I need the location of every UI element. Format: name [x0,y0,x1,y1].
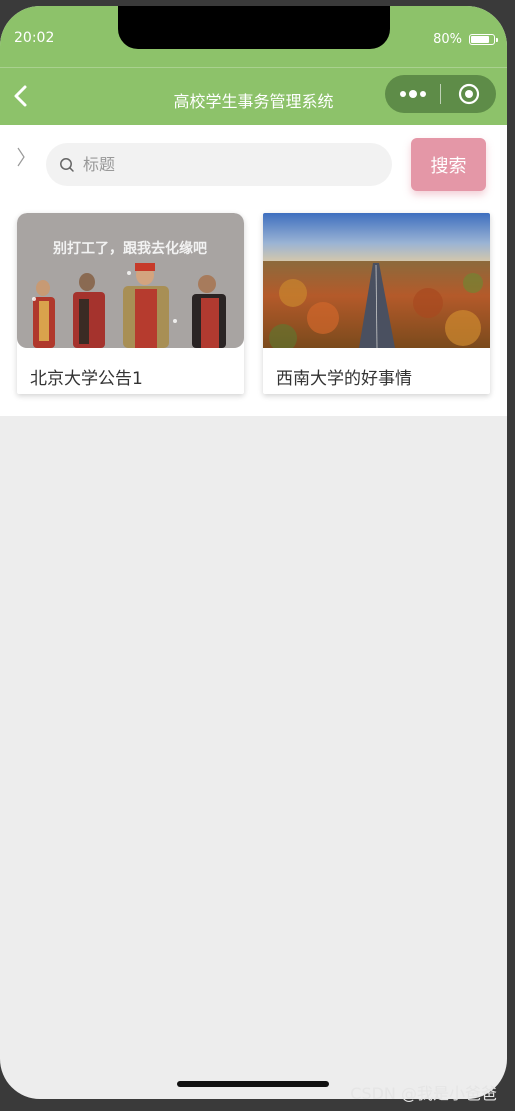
meme-caption: 别打工了，跟我去化缘吧 [52,240,207,257]
autumn-road-image [263,213,490,348]
monks-meme-image: 别打工了，跟我去化缘吧 [17,213,244,348]
navigation-bar: 高校学生事务管理系统 [0,67,507,125]
more-dots-icon [399,91,406,97]
mini-program-capsule [385,75,496,113]
close-mini-program-button[interactable] [441,75,496,113]
more-menu-button[interactable] [385,75,440,113]
announcement-card[interactable]: 西南大学的好事情 [263,213,490,394]
search-box [46,143,392,186]
search-button[interactable]: 搜索 [411,138,486,191]
battery-percent: 80% [433,32,462,47]
more-dots-icon [408,90,417,98]
card-title: 西南大学的好事情 [276,369,412,389]
search-input[interactable] [81,154,375,175]
card-title: 北京大学公告1 [30,369,143,389]
battery-status: 80% [433,32,498,47]
status-bar: 20:02 80% [0,6,507,67]
status-time: 20:02 [14,30,55,46]
card-image [263,213,490,348]
camera-notch [118,6,390,49]
phone-screen: 20:02 80% 高校学生事务管理系统 标题 搜索 别打工了，跟我去化缘吧 北… [0,6,507,1099]
watermark: CSDN @我是小爸爸 [350,1084,497,1103]
more-dots-icon [419,91,426,97]
battery-tip [496,37,498,42]
content-area: 搜索 别打工了，跟我去化缘吧 [0,125,507,416]
home-indicator[interactable] [177,1081,329,1087]
chevron-right-icon [17,147,25,167]
search-icon [60,157,74,172]
battery-icon [469,34,498,45]
target-circle-icon [458,83,479,105]
announcement-card[interactable]: 别打工了，跟我去化缘吧 北京大学公告1 [17,213,244,394]
card-image: 别打工了，跟我去化缘吧 [17,213,244,348]
side-arrow-button[interactable] [15,145,27,169]
battery-fill [471,36,489,43]
